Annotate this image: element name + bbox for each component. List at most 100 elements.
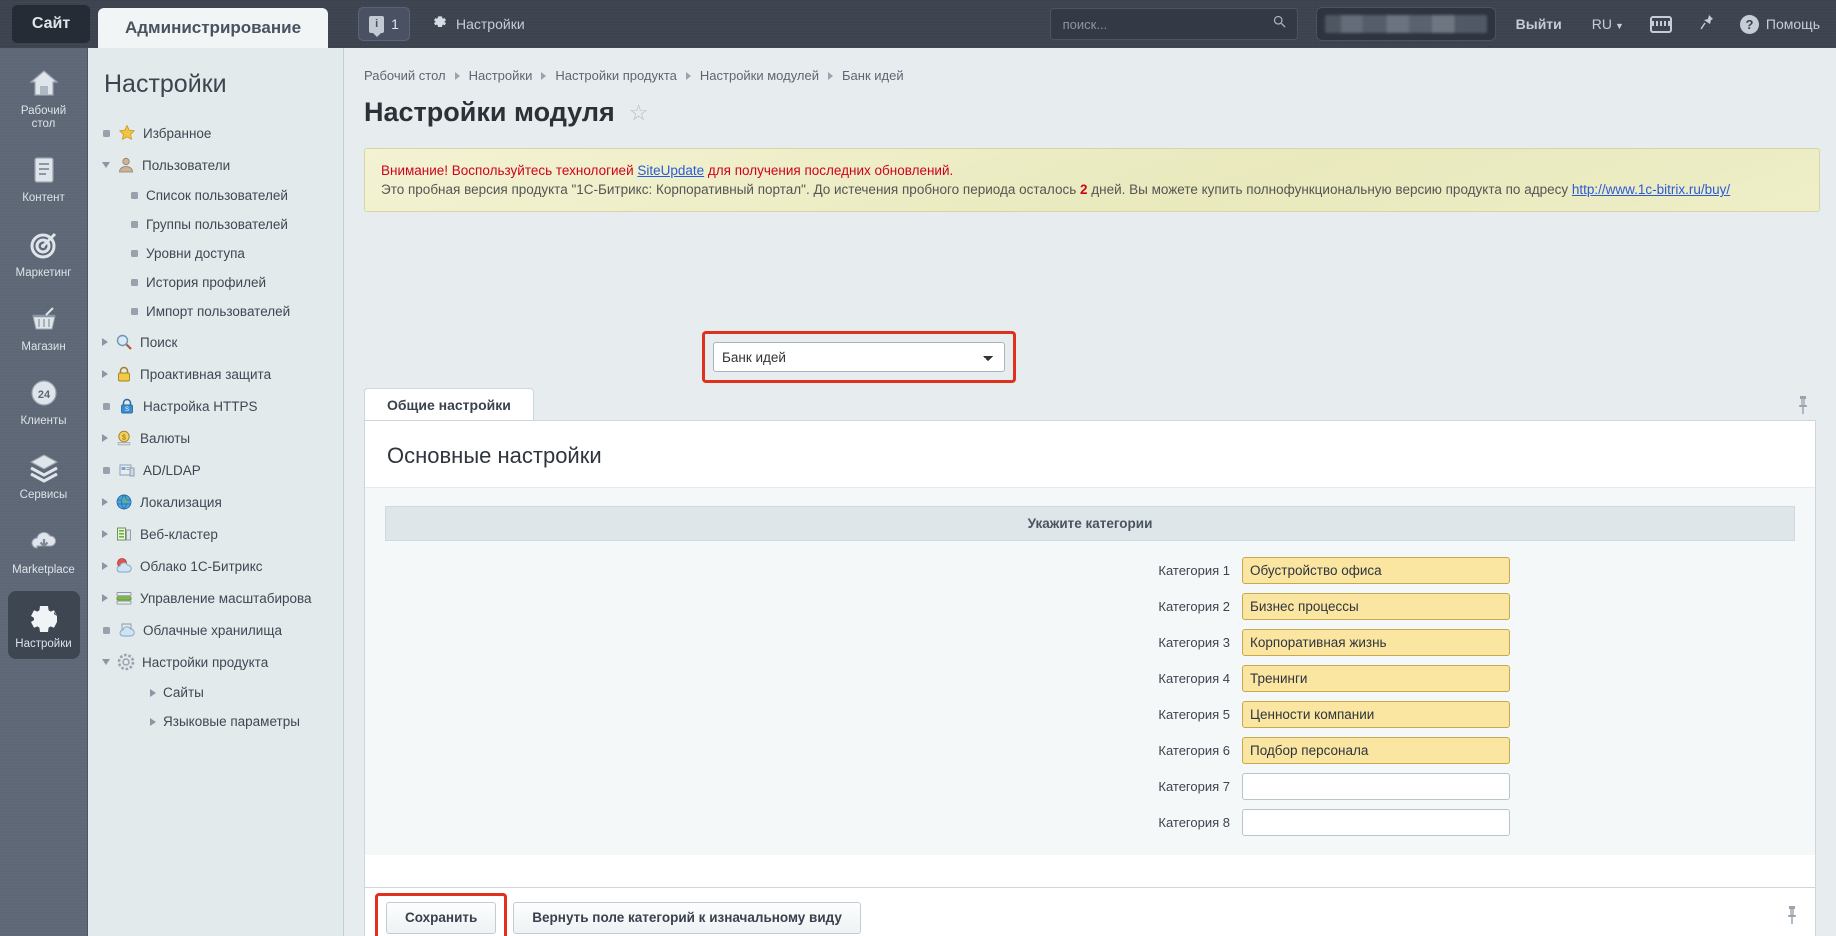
tree-item-label: История профилей bbox=[146, 275, 267, 290]
category-2-input[interactable] bbox=[1242, 593, 1510, 620]
chevron-right-icon[interactable] bbox=[102, 338, 108, 346]
field-label: Категория 3 bbox=[1158, 635, 1230, 650]
reset-categories-button[interactable]: Вернуть поле категорий к изначальному ви… bbox=[513, 901, 861, 934]
notifications-button[interactable]: i 1 bbox=[358, 7, 410, 41]
tree-item-favorites[interactable]: Избранное bbox=[88, 117, 343, 149]
chevron-right-icon[interactable] bbox=[150, 688, 156, 697]
notice-line-2-suffix: дней. Вы можете купить полнофункциональн… bbox=[1087, 182, 1572, 198]
rail-item-store[interactable]: Магазин bbox=[8, 294, 80, 362]
tree-item-access-levels[interactable]: Уровни доступа bbox=[88, 239, 343, 268]
footer-buttons: Сохранить Вернуть поле категорий к изнач… bbox=[365, 892, 861, 936]
tree-item-bitrix-cloud[interactable]: Облако 1С-Битрикс bbox=[88, 550, 343, 582]
breadcrumb-item-idea-bank[interactable]: Банк идей bbox=[842, 68, 904, 83]
category-5-input[interactable] bbox=[1242, 701, 1510, 728]
svg-text:24: 24 bbox=[37, 389, 50, 401]
tree-item-profile-history[interactable]: История профилей bbox=[88, 268, 343, 297]
rail-item-services[interactable]: Сервисы bbox=[8, 442, 80, 510]
siteupdate-link[interactable]: SiteUpdate bbox=[637, 163, 704, 178]
help-button[interactable]: ? Помощь bbox=[1739, 14, 1820, 34]
chevron-right-icon[interactable] bbox=[102, 498, 108, 506]
pin-icon[interactable] bbox=[1796, 395, 1810, 420]
tree-item-currencies[interactable]: $ Валюты bbox=[88, 422, 343, 454]
keyboard-icon[interactable] bbox=[1649, 15, 1672, 33]
chevron-right-icon[interactable] bbox=[102, 434, 108, 442]
tree-item-label: Сайты bbox=[163, 685, 204, 700]
notice-line-1: Внимание! Воспользуйтесь технологией Sit… bbox=[381, 161, 1803, 180]
tree-item-localization[interactable]: Локализация bbox=[88, 486, 343, 518]
tree-item-ad-ldap[interactable]: AD/LDAP bbox=[88, 454, 343, 486]
chevron-right-icon[interactable] bbox=[150, 717, 156, 726]
pin-icon[interactable] bbox=[1698, 13, 1714, 36]
breadcrumb-item-product-settings[interactable]: Настройки продукта bbox=[555, 68, 677, 83]
rail-item-desktop[interactable]: Рабочий стол bbox=[8, 58, 80, 139]
left-icon-rail: Рабочий стол Контент Маркетинг Магазин 2… bbox=[0, 48, 88, 936]
rail-item-content[interactable]: Контент bbox=[8, 145, 80, 213]
tree-item-label: Проактивная защита bbox=[140, 366, 272, 382]
chevron-right-icon[interactable] bbox=[102, 370, 108, 378]
user-name-pill[interactable] bbox=[1315, 7, 1496, 41]
search-box[interactable] bbox=[1049, 8, 1298, 40]
layers-icon bbox=[28, 451, 60, 484]
rail-label: Marketplace bbox=[12, 563, 75, 576]
tree-item-sites[interactable]: Сайты bbox=[88, 678, 343, 707]
tree-item-user-groups[interactable]: Группы пользователей bbox=[88, 210, 343, 239]
tree-item-user-list[interactable]: Список пользователей bbox=[88, 181, 343, 210]
tree-item-web-cluster[interactable]: Веб-кластер bbox=[88, 518, 343, 550]
category-7-input[interactable] bbox=[1242, 773, 1510, 800]
tree-item-scaling-management[interactable]: Управление масштабирова bbox=[88, 582, 343, 614]
chevron-right-icon[interactable] bbox=[102, 530, 108, 538]
field-label: Категория 6 bbox=[1158, 743, 1230, 758]
server-green-icon bbox=[115, 525, 133, 543]
logout-button[interactable]: Выйти bbox=[1516, 16, 1562, 32]
category-4-input[interactable] bbox=[1242, 665, 1510, 692]
category-1-input[interactable] bbox=[1242, 557, 1510, 584]
field-row: Категория 2 bbox=[385, 593, 1795, 620]
field-row: Категория 1 bbox=[385, 557, 1795, 584]
tree-item-user-import[interactable]: Импорт пользователей bbox=[88, 297, 343, 326]
globe-icon bbox=[115, 493, 133, 511]
breadcrumb-item-module-settings[interactable]: Настройки модулей bbox=[700, 68, 819, 83]
tree-item-product-settings[interactable]: Настройки продукта bbox=[88, 646, 343, 678]
breadcrumb-item-settings[interactable]: Настройки bbox=[469, 68, 533, 83]
rail-item-settings[interactable]: Настройки bbox=[7, 590, 80, 659]
search-icon[interactable] bbox=[1272, 14, 1287, 34]
star-outline-icon[interactable]: ☆ bbox=[629, 101, 649, 124]
tree-item-proactive-protection[interactable]: Проактивная защита bbox=[88, 358, 343, 390]
search-input[interactable] bbox=[1060, 15, 1272, 33]
chevron-right-icon[interactable] bbox=[102, 594, 108, 602]
header-settings-link[interactable]: Настройки bbox=[432, 15, 525, 34]
chevron-down-icon[interactable] bbox=[102, 162, 110, 168]
basket-icon bbox=[28, 303, 60, 335]
module-select[interactable]: Банк идей bbox=[713, 342, 1005, 372]
user-name-redacted bbox=[1324, 15, 1487, 33]
breadcrumb-item-desktop[interactable]: Рабочий стол bbox=[364, 68, 446, 83]
tree-item-language-params[interactable]: Языковые параметры bbox=[88, 707, 343, 736]
buy-link[interactable]: http://www.1c-bitrix.ru/buy/ bbox=[1572, 182, 1730, 197]
category-8-input[interactable] bbox=[1242, 809, 1510, 836]
tab-general-settings[interactable]: Общие настройки bbox=[364, 388, 534, 420]
tree-item-cloud-storage[interactable]: Облачные хранилища bbox=[88, 614, 343, 646]
rail-item-clients[interactable]: 24 Клиенты bbox=[8, 368, 80, 436]
gear-grey-icon bbox=[117, 653, 135, 671]
bullet-marker-icon bbox=[131, 279, 138, 286]
scale-icon bbox=[115, 589, 133, 607]
chevron-right-icon[interactable] bbox=[102, 562, 108, 570]
pin-icon[interactable] bbox=[1785, 905, 1799, 930]
rail-item-marketing[interactable]: Маркетинг bbox=[8, 220, 80, 288]
tab-administration[interactable]: Администрирование bbox=[98, 8, 328, 48]
tree-item-search[interactable]: Поиск bbox=[88, 326, 343, 358]
lock-yellow-icon bbox=[115, 365, 133, 383]
category-6-input[interactable] bbox=[1242, 737, 1510, 764]
save-button[interactable]: Сохранить bbox=[386, 901, 497, 934]
tab-site[interactable]: Сайт bbox=[12, 5, 90, 43]
chevron-down-icon[interactable] bbox=[102, 659, 110, 665]
breadcrumb-separator-icon bbox=[685, 71, 691, 80]
rail-item-marketplace[interactable]: Marketplace bbox=[8, 517, 80, 585]
rail-label: Сервисы bbox=[19, 489, 68, 502]
bullet-marker-icon bbox=[103, 626, 110, 634]
tree-item-https-settings[interactable]: S Настройка HTTPS bbox=[88, 390, 343, 422]
language-switcher[interactable]: RU ▼ bbox=[1592, 16, 1624, 32]
tree-item-users[interactable]: Пользователи bbox=[88, 149, 343, 181]
category-3-input[interactable] bbox=[1242, 629, 1510, 656]
rail-label: Магазин bbox=[21, 340, 66, 353]
